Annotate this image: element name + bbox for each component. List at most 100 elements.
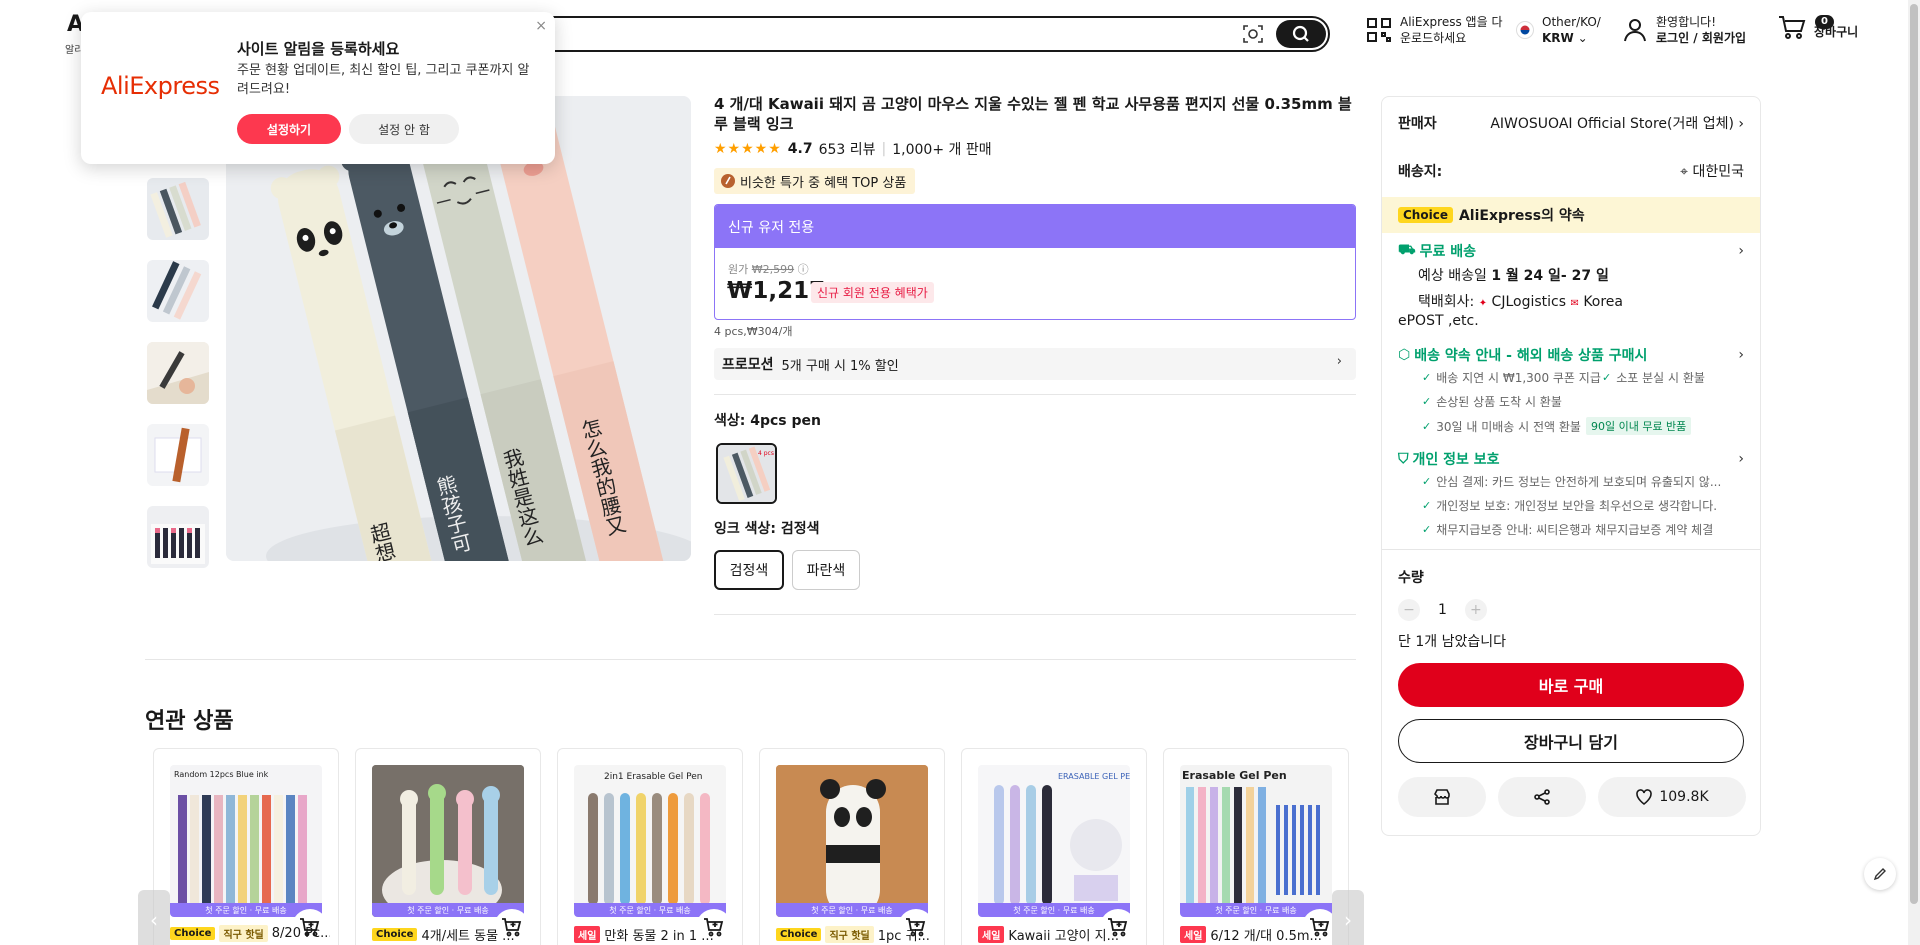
feedback-edit-button[interactable] (1864, 858, 1896, 890)
quantity-decrease-button[interactable]: − (1398, 599, 1420, 621)
ink-option-black[interactable]: 검정색 (714, 550, 784, 590)
related-product-card[interactable]: Random 12pcs Blue ink 첫 주문 할인 · 무료 배송 Ch… (153, 748, 339, 945)
product-image-caption: ERASABLE GEL PEN (1058, 772, 1130, 781)
ship-to-row[interactable]: 배송지: ⌖ 대한민국 (1398, 161, 1744, 181)
region-selector[interactable]: Other/KO/KRW ⌄ (1516, 14, 1601, 46)
chevron-right-icon: › (1738, 243, 1744, 259)
pencil-icon (1873, 868, 1886, 881)
promotion-row[interactable]: 프로모션 5개 구매 시 1% 할인 › (714, 348, 1356, 380)
popup-accept-button[interactable]: 설정하기 (237, 114, 341, 144)
product-image[interactable]: 첫 주문 할인 · 무료 배송 (372, 765, 524, 917)
color-swatch-4pcs-pen[interactable]: 4 pcs (716, 443, 777, 504)
store-icon (1434, 789, 1450, 805)
ship-destination: 대한민국 (1692, 164, 1744, 180)
popup-aliexpress-logo: AliExpress (101, 72, 220, 100)
close-icon[interactable]: × (535, 18, 547, 34)
divider (714, 394, 1356, 395)
share-button[interactable] (1498, 777, 1586, 817)
product-name[interactable]: 세일 Kawaii 고양이 지... (978, 925, 1138, 944)
privacy-section[interactable]: ⛉ 개인 정보 보호 › (1398, 449, 1744, 469)
gallery-thumbnail-6[interactable] (147, 424, 209, 486)
search-button[interactable] (1276, 20, 1326, 48)
product-name[interactable]: Choice 4개/세트 동물 ... (372, 925, 532, 944)
choice-tag: Choice (776, 928, 822, 941)
seller-name[interactable]: AIWOSUOAI Official Store(거래 업체) (1490, 116, 1734, 132)
currency-label: KRW (1542, 31, 1574, 45)
sale-tag: 세일 (1180, 926, 1207, 943)
gallery-thumbnail-4[interactable] (147, 260, 209, 322)
product-image[interactable]: 첫 주문 할인 · 무료 배송 (776, 765, 928, 917)
delivery-promise-title: 배송 약속 안내 - 해외 배송 상품 구매시 (1414, 348, 1648, 364)
product-name[interactable]: 세일 6/12 개/대 0.5m... (1180, 925, 1340, 944)
related-product-card[interactable]: ERASABLE GEL PEN 첫 주문 할인 · 무료 배송 세일 Kawai… (961, 748, 1147, 945)
carousel-next-button[interactable]: › (1332, 890, 1364, 945)
login-signup-link[interactable]: 로그인 / 회원가입 (1656, 31, 1746, 45)
product-name[interactable]: Choice 직구 핫딜 1pc 귀... (776, 925, 936, 944)
product-image[interactable]: ERASABLE GEL PEN 첫 주문 할인 · 무료 배송 (978, 765, 1130, 917)
search-input[interactable] (532, 22, 1212, 46)
buy-now-button[interactable]: 바로 구매 (1398, 663, 1744, 707)
wishlist-button[interactable]: 109.8K (1598, 777, 1746, 817)
scrollbar-thumb[interactable] (1910, 4, 1918, 904)
carrier-info-cont: ePOST ,etc. (1398, 313, 1479, 329)
search-bar (520, 16, 1330, 52)
privacy-item: ✓ 채무지급보증 안내: 씨티은행과 채무지급보증 계약 체결 (1422, 521, 1713, 538)
product-name[interactable]: 세일 만화 동물 2 in 1 ... (574, 925, 734, 944)
new-member-price-tag: 신규 회원 전용 혜택가 (811, 282, 934, 303)
quantity-stepper: − 1 + (1398, 599, 1487, 621)
related-product-card[interactable]: 첫 주문 할인 · 무료 배송 Choice 4개/세트 동물 ... (355, 748, 541, 945)
image-search-icon[interactable] (1242, 23, 1264, 45)
add-to-cart-button[interactable]: 장바구니 담기 (1398, 719, 1744, 763)
user-icon (1624, 19, 1646, 42)
product-image[interactable]: 2in1 Erasable Gel Pen 첫 주문 할인 · 무료 배송 (574, 765, 726, 917)
choice-promise-text: AliExpress의 약속 (1458, 208, 1585, 224)
popup-decline-button[interactable]: 설정 안 함 (349, 114, 459, 144)
carousel-prev-button[interactable]: ‹ (138, 890, 170, 945)
quantity-increase-button[interactable]: + (1464, 599, 1487, 621)
privacy-title: 개인 정보 보호 (1412, 452, 1500, 468)
product-name[interactable]: Choice 직구 핫딜 8/20 Pc... (170, 925, 330, 942)
ink-option-blue[interactable]: 파란색 (792, 550, 860, 590)
product-image[interactable]: Random 12pcs Blue ink 첫 주문 할인 · 무료 배송 (170, 765, 322, 917)
review-count-link[interactable]: 653 리뷰 (819, 139, 876, 159)
rating-row: ★★★★★ 4.7 653 리뷰 | 1,000+ 개 판매 (714, 139, 992, 159)
product-image[interactable]: Erasable Gel Pen 첫 주문 할인 · 무료 배송 (1180, 765, 1332, 917)
gallery-thumbnail-7[interactable] (147, 506, 209, 568)
product-name-text: 4개/세트 동물 ... (421, 929, 515, 944)
product-image-caption: Erasable Gel Pen (1182, 769, 1287, 782)
gallery-thumbnail-5[interactable] (147, 342, 209, 404)
related-product-card[interactable]: Erasable Gel Pen 첫 주문 할인 · 무료 배송 세일 6/12 … (1163, 748, 1349, 945)
gallery-thumbnail-3[interactable] (147, 178, 209, 240)
ink-option-label: 잉크 색상: 검정색 (714, 521, 820, 537)
separator: | (881, 141, 887, 157)
sale-tag: 세일 (574, 926, 601, 943)
choice-tag: Choice (1398, 207, 1453, 223)
delivery-date: 1 월 24 일- 27 일 (1491, 268, 1609, 284)
welcome-text: 환영합니다! (1656, 15, 1717, 29)
app-download-link[interactable]: AliExpress 앱을 다 운로드하세요 (1366, 14, 1502, 46)
quantity-value[interactable]: 1 (1438, 602, 1447, 618)
free-shipping-section[interactable]: ⛟ 무료 배송 › (1398, 241, 1744, 261)
seller-row[interactable]: 판매자 AIWOSUOAI Official Store(거래 업체) › (1398, 113, 1744, 133)
chevron-left-icon: ‹ (150, 908, 158, 932)
promotion-text: 5개 구매 시 1% 할인 (781, 358, 899, 374)
chevron-right-icon: › (1336, 354, 1342, 369)
store-button[interactable] (1398, 777, 1486, 817)
related-product-card[interactable]: 첫 주문 할인 · 무료 배송 Choice 직구 핫딜 1pc 귀... (759, 748, 945, 945)
popup-body: 주문 현황 업데이트, 최신 할인 팁, 그리고 쿠폰까지 알려드려요! (237, 63, 530, 97)
promise-item: ✓ 소포 분실 시 환불 (1602, 369, 1705, 386)
promise-item: ✓ 배송 지연 시 ₩1,300 쿠폰 지급 (1422, 369, 1601, 386)
info-icon[interactable]: ⓘ (798, 263, 809, 276)
page-scrollbar[interactable] (1908, 0, 1920, 945)
related-product-card[interactable]: 2in1 Erasable Gel Pen 첫 주문 할인 · 무료 배송 세일… (557, 748, 743, 945)
product-image-caption: Random 12pcs Blue ink (174, 770, 269, 779)
account-menu[interactable]: 환영합니다! 로그인 / 회원가입 (1622, 14, 1746, 46)
main-product-image[interactable]: 超想祛黑 我姓是这么 怎么我的腰又 熊孩子可 (226, 96, 691, 561)
related-products-title: 연관 상품 (145, 709, 234, 734)
delivery-promise-section[interactable]: ⬡ 배송 약속 안내 - 해외 배송 상품 구매시 › (1398, 345, 1744, 365)
region-line1: Other/KO/ (1542, 15, 1601, 29)
heart-icon (1636, 789, 1653, 805)
chevron-right-icon: › (1344, 908, 1352, 932)
promise-item: ✓ 손상된 상품 도착 시 환불 (1422, 393, 1562, 410)
check-icon: ✓ (1422, 499, 1432, 512)
